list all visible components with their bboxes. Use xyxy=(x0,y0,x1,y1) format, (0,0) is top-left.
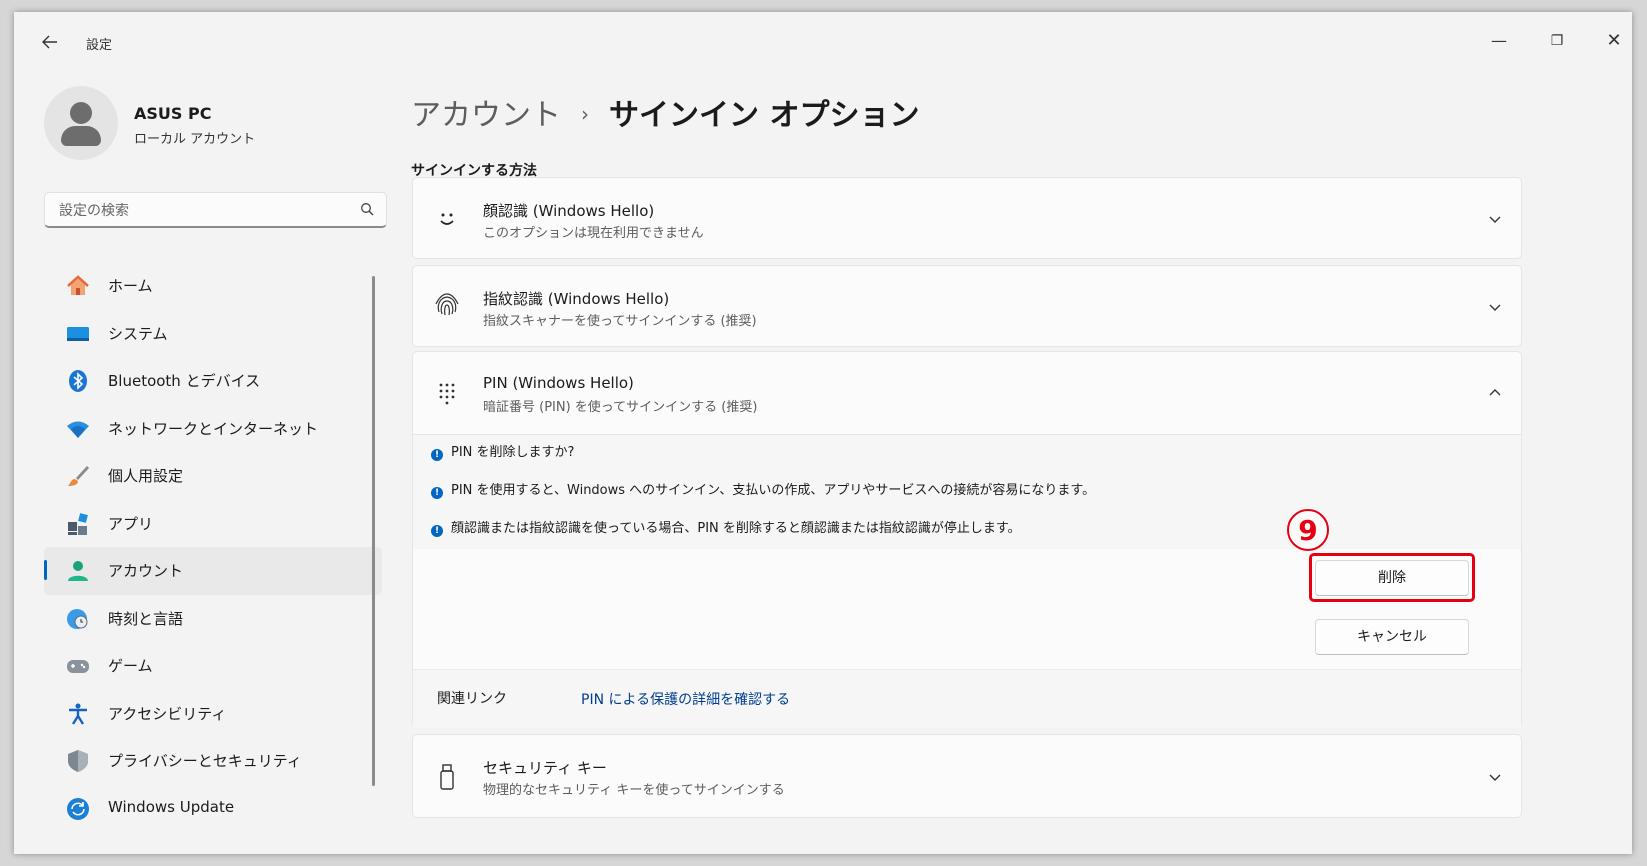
sidebar-item-label: Bluetooth とデバイス xyxy=(108,372,261,390)
related-links-label: 関連リンク xyxy=(437,691,507,707)
chevron-down-icon[interactable] xyxy=(1487,211,1503,227)
app-title: 設定 xyxy=(86,38,113,53)
sidebar-item-system[interactable]: システム xyxy=(44,310,382,358)
pin-actions: 削除 9 キャンセル xyxy=(413,509,1521,669)
home-icon xyxy=(67,275,89,295)
keypad-icon xyxy=(439,383,455,405)
info-icon: ! xyxy=(431,487,443,499)
search-box[interactable] xyxy=(44,192,387,228)
option-subtitle: 暗証番号 (PIN) を使ってサインインする (推奨) xyxy=(483,400,758,415)
globe-clock-icon xyxy=(67,608,88,629)
fingerprint-icon xyxy=(435,293,459,316)
option-title: 顔認識 (Windows Hello) xyxy=(483,202,655,220)
chevron-up-icon[interactable] xyxy=(1487,385,1503,401)
highlight-box xyxy=(1309,553,1475,602)
sidebar-item-label: ゲーム xyxy=(108,657,153,675)
info-line: ! 顔認識または指紋認識を使っている場合、PIN を削除すると顔認識または指紋認識… xyxy=(431,517,1021,537)
maximize-button[interactable]: ❐ xyxy=(1534,26,1580,56)
account-type: ローカル アカウント xyxy=(134,132,256,147)
page-title: サインイン オプション xyxy=(609,98,920,133)
sidebar-item-windows-update[interactable]: Windows Update xyxy=(44,785,382,833)
option-title: PIN (Windows Hello) xyxy=(483,374,634,392)
pin-option-header[interactable]: PIN (Windows Hello) 暗証番号 (PIN) を使ってサインイン… xyxy=(413,352,1521,435)
shield-icon xyxy=(68,750,88,772)
sidebar-item-apps[interactable]: アプリ xyxy=(44,500,382,548)
pin-protection-details-link[interactable]: PIN による保護の詳細を確認する xyxy=(581,689,790,709)
face-recognition-option[interactable]: 顔認識 (Windows Hello) このオプションは現在利用できません xyxy=(412,177,1522,259)
sidebar-item-label: プライバシーとセキュリティ xyxy=(108,752,302,770)
security-key-option[interactable]: セキュリティ キー 物理的なセキュリティ キーを使ってサインインする xyxy=(412,734,1522,818)
avatar-body xyxy=(61,126,101,146)
sidebar-item-label: ネットワークとインターネット xyxy=(108,419,319,438)
avatar[interactable] xyxy=(44,86,118,160)
sidebar-scrollbar[interactable] xyxy=(372,276,375,786)
update-icon xyxy=(67,797,89,820)
pin-option: PIN (Windows Hello) 暗証番号 (PIN) を使ってサインイン… xyxy=(412,351,1522,728)
sidebar-item-label: 時刻と言語 xyxy=(108,609,184,628)
sidebar-item-bluetooth[interactable]: Bluetooth とデバイス xyxy=(44,357,382,405)
related-links: 関連リンク PIN による保護の詳細を確認する xyxy=(413,669,1521,728)
info-icon: ! xyxy=(431,449,443,461)
sidebar-item-personalization[interactable]: 個人用設定 xyxy=(44,452,382,500)
search-input[interactable] xyxy=(57,199,351,223)
sidebar-item-gaming[interactable]: ゲーム xyxy=(44,642,382,690)
info-line: ! PIN を使用すると、Windows へのサインイン、支払いの作成、アプリやサ… xyxy=(431,479,1095,499)
gamepad-icon xyxy=(67,660,89,673)
sidebar-item-label: 個人用設定 xyxy=(108,467,184,485)
search-icon[interactable] xyxy=(360,202,374,216)
info-icon: ! xyxy=(431,525,443,537)
option-title: セキュリティ キー xyxy=(483,759,607,777)
option-subtitle: 指紋スキャナーを使ってサインインする (推奨) xyxy=(483,314,757,329)
breadcrumb-separator: › xyxy=(581,102,589,126)
step-marker: 9 xyxy=(1287,509,1329,551)
back-arrow-icon[interactable] xyxy=(40,32,62,54)
avatar-head xyxy=(70,102,92,124)
usb-key-icon xyxy=(440,764,454,790)
info-text: PIN を削除しますか? xyxy=(451,445,575,460)
wifi-icon xyxy=(67,421,89,438)
sidebar-item-label: システム xyxy=(108,324,168,343)
option-subtitle: 物理的なセキュリティ キーを使ってサインインする xyxy=(483,783,785,798)
sidebar-item-accounts[interactable]: アカウント xyxy=(44,547,382,595)
settings-window: 設定 — ❐ ✕ ASUS PC ローカル アカウント ホーム システム Blu… xyxy=(14,12,1632,854)
breadcrumb-parent[interactable]: アカウント xyxy=(411,98,561,133)
sidebar-item-privacy[interactable]: プライバシーとセキュリティ xyxy=(44,737,382,785)
close-button[interactable]: ✕ xyxy=(1591,26,1632,56)
sidebar-item-label: アカウント xyxy=(108,562,184,580)
info-text: 顔認識または指紋認識を使っている場合、PIN を削除すると顔認識または指紋認識が… xyxy=(451,521,1021,536)
option-subtitle: このオプションは現在利用できません xyxy=(483,226,704,241)
sidebar-item-label: アクセシビリティ xyxy=(108,704,227,723)
sidebar-nav: ホーム システム Bluetooth とデバイス ネットワークとインターネット … xyxy=(44,262,382,832)
option-title: 指紋認識 (Windows Hello) xyxy=(483,290,670,308)
apps-icon xyxy=(68,512,88,535)
sidebar-item-accessibility[interactable]: アクセシビリティ xyxy=(44,690,382,738)
user-name: ASUS PC xyxy=(134,104,212,123)
chevron-down-icon[interactable] xyxy=(1487,299,1503,315)
account-icon xyxy=(68,561,88,581)
pin-remove-warning: ! PIN を削除しますか? ! PIN を使用すると、Windows へのサインイ… xyxy=(413,435,1521,549)
sidebar-item-time-language[interactable]: 時刻と言語 xyxy=(44,595,382,643)
face-icon xyxy=(440,213,454,225)
chevron-down-icon[interactable] xyxy=(1487,769,1503,785)
sidebar-item-home[interactable]: ホーム xyxy=(44,262,382,310)
info-line: ! PIN を削除しますか? xyxy=(431,441,574,461)
minimize-button[interactable]: — xyxy=(1476,26,1522,56)
breadcrumb: アカウント › サインイン オプション xyxy=(411,90,919,134)
bluetooth-icon xyxy=(69,370,87,392)
cancel-button[interactable]: キャンセル xyxy=(1315,619,1469,655)
accessibility-icon xyxy=(69,703,87,725)
title-bar: 設定 — ❐ ✕ xyxy=(14,12,1632,68)
system-icon xyxy=(67,326,89,341)
sidebar-item-network[interactable]: ネットワークとインターネット xyxy=(44,405,382,453)
fingerprint-option[interactable]: 指紋認識 (Windows Hello) 指紋スキャナーを使ってサインインする … xyxy=(412,265,1522,347)
brush-icon xyxy=(68,466,89,486)
sidebar-item-label: アプリ xyxy=(108,514,154,533)
sidebar-item-label: ホーム xyxy=(108,277,153,295)
info-text: PIN を使用すると、Windows へのサインイン、支払いの作成、アプリやサー… xyxy=(451,483,1096,498)
sidebar-item-label: Windows Update xyxy=(108,797,235,816)
